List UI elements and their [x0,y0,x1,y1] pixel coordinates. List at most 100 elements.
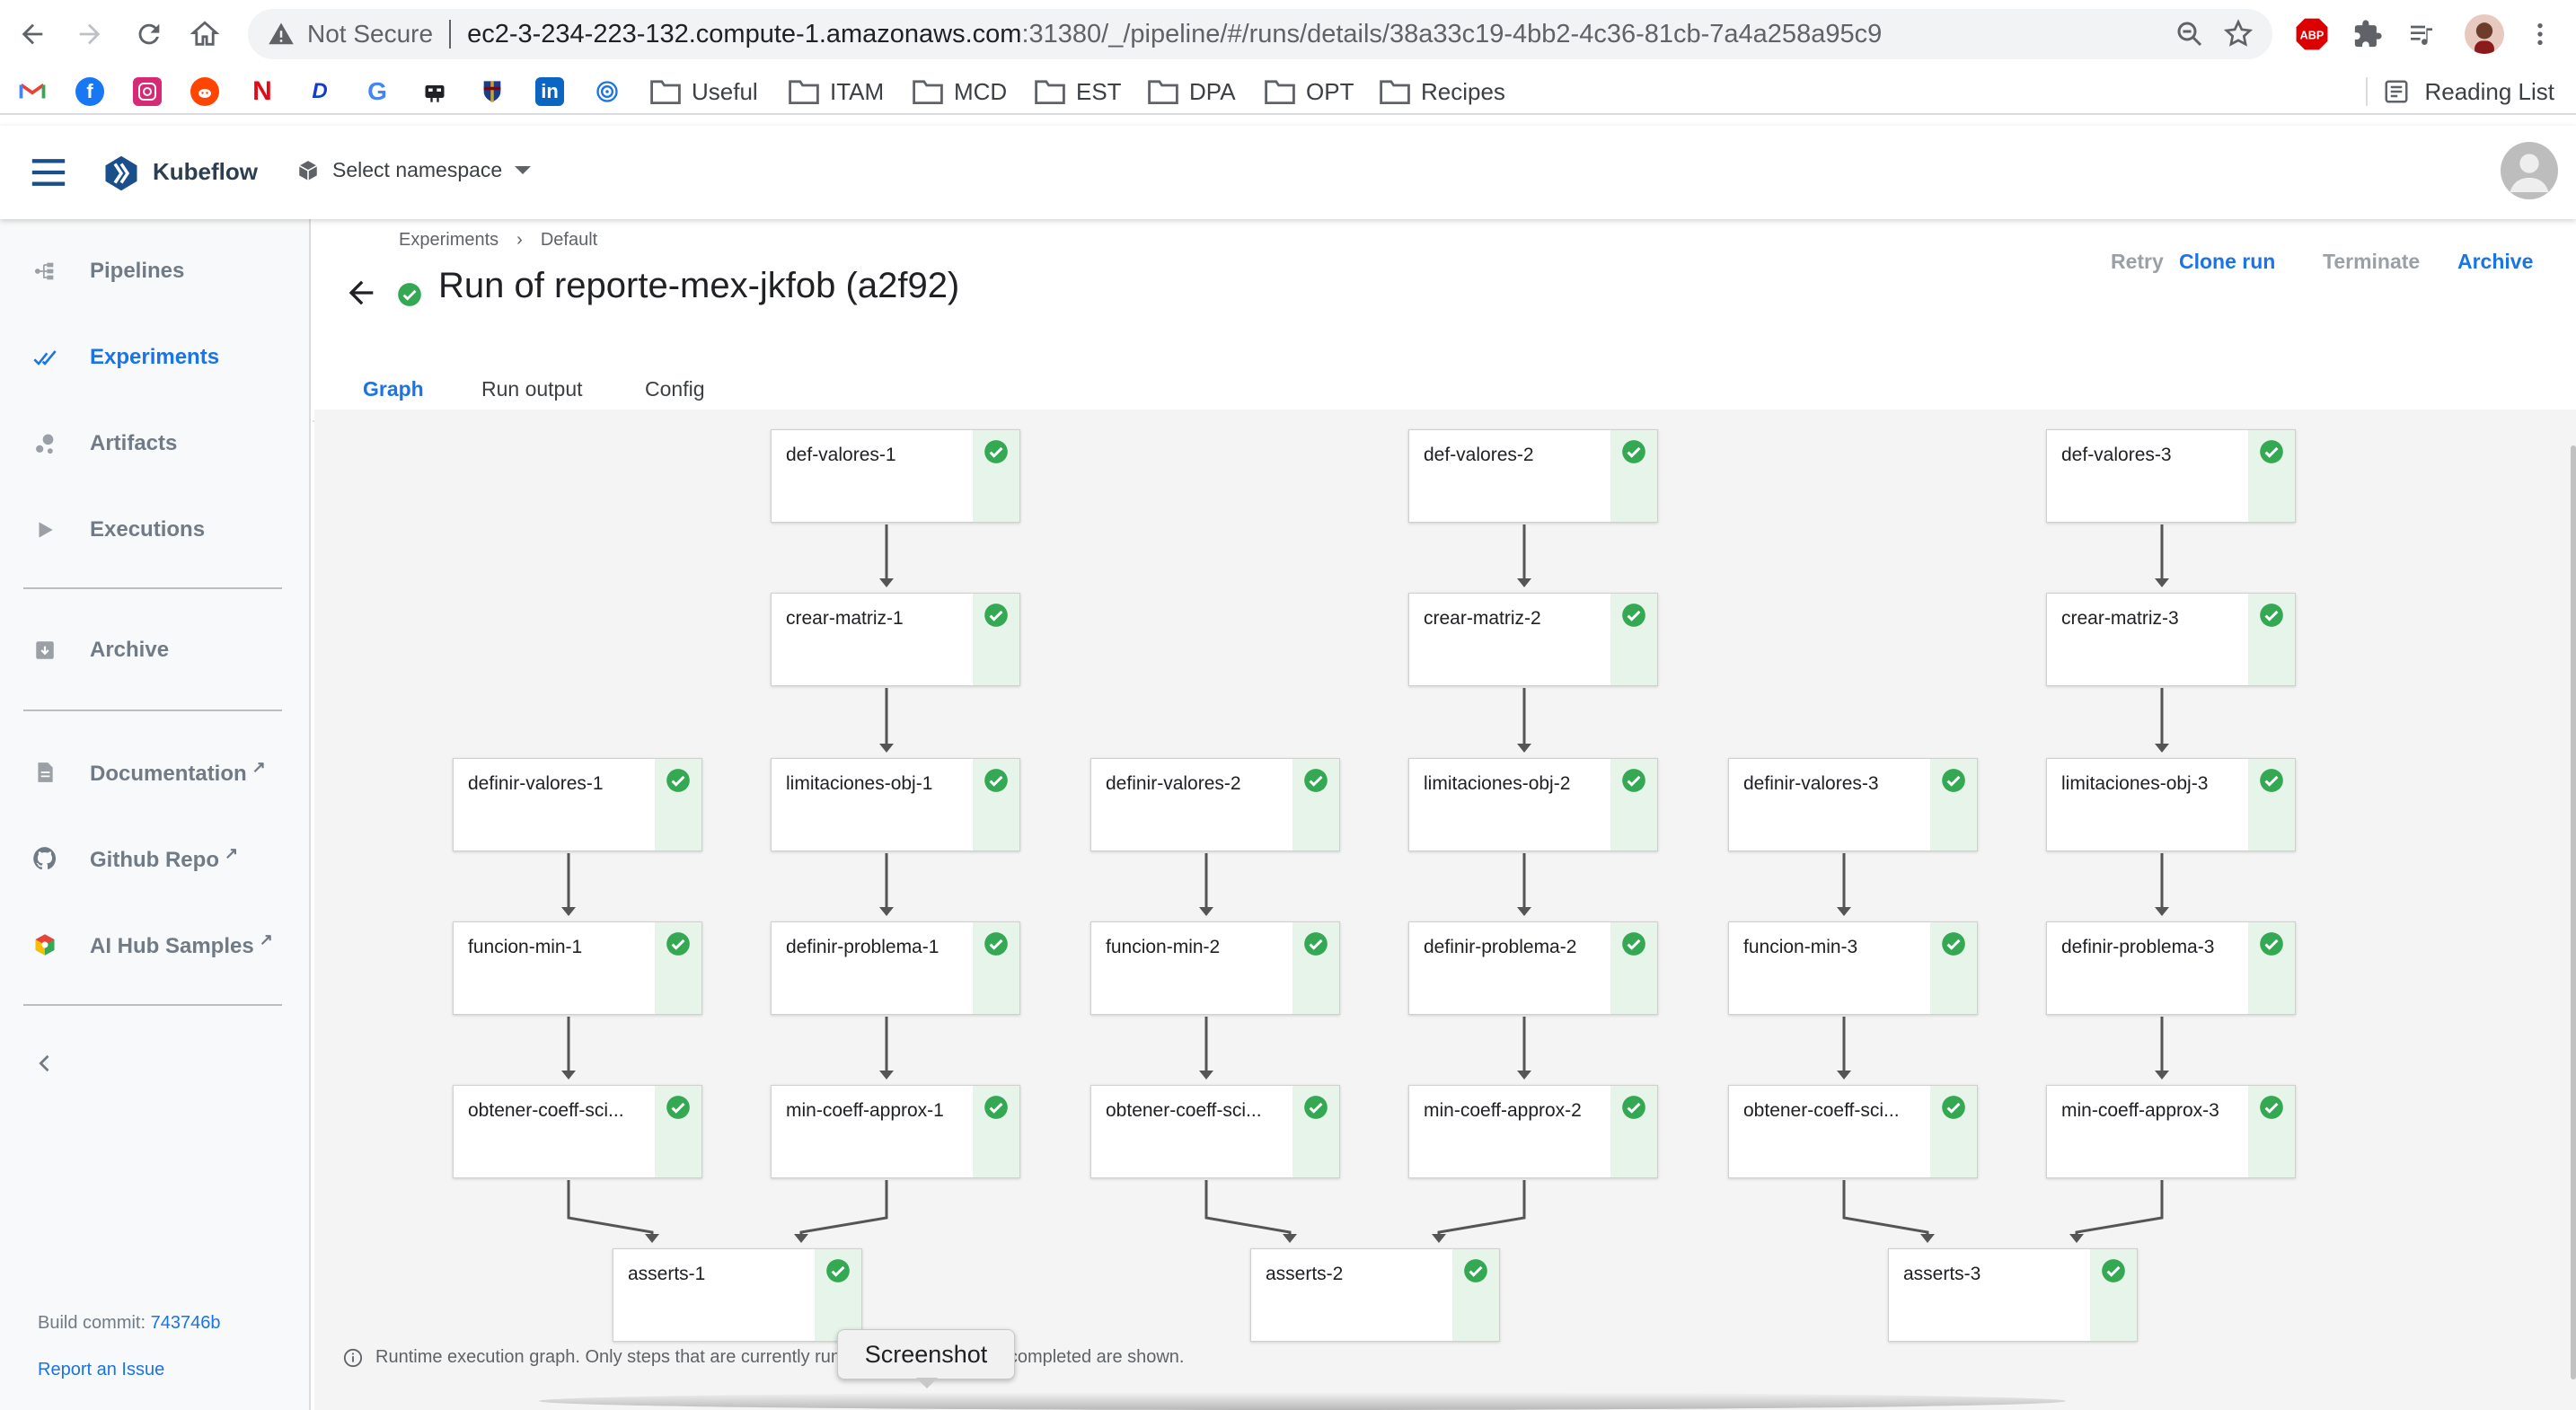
account-avatar[interactable] [2501,142,2558,199]
facebook-icon[interactable]: f [75,77,104,106]
graph-node-min-coeff-approx-2[interactable]: min-coeff-approx-2 [1408,1085,1658,1178]
graph-node-crear-matriz-3[interactable]: crear-matriz-3 [2046,593,2296,686]
gmail-icon[interactable] [18,77,47,106]
graph-node-limitaciones-obj-3[interactable]: limitaciones-obj-3 [2046,758,2296,851]
graph-node-definir-valores-1[interactable]: definir-valores-1 [453,758,702,851]
instagram-icon[interactable] [133,77,162,106]
graph-node-def-valores-2[interactable]: def-valores-2 [1408,429,1658,523]
archive-icon [31,636,59,665]
profile-avatar[interactable] [2465,14,2504,54]
nav-artifacts[interactable]: Artifacts [0,419,311,469]
hamburger-menu-icon[interactable] [29,154,68,190]
target-icon[interactable] [593,77,622,106]
forward-arrow-icon[interactable] [68,13,111,56]
namespace-select[interactable]: Select namespace [296,158,532,182]
home-icon[interactable] [183,13,226,56]
disney-plus-icon[interactable]: D [305,77,334,106]
more-vert-icon[interactable] [2522,16,2558,52]
bookmark-folder-opt[interactable]: OPT [1265,75,1354,108]
google-icon[interactable]: G [363,77,392,106]
graph-node-def-valores-3[interactable]: def-valores-3 [2046,429,2296,523]
bookmark-robot-icon[interactable] [420,77,449,106]
graph-node-definir-problema-1[interactable]: definir-problema-1 [771,921,1020,1015]
nav-ai-hub-samples[interactable]: AI Hub Samples ↗ [0,920,311,970]
back-arrow-icon[interactable] [343,275,379,311]
graph-node-funcion-min-2[interactable]: funcion-min-2 [1090,921,1340,1015]
graph-node-crear-matriz-2[interactable]: crear-matriz-2 [1408,593,1658,686]
back-arrow-icon[interactable] [11,13,54,56]
graph-node-min-coeff-approx-3[interactable]: min-coeff-approx-3 [2046,1085,2296,1178]
nav-documentation[interactable]: Documentation ↗ [0,747,311,798]
graph-note-text: Runtime execution graph. Only steps that… [375,1347,1185,1367]
reload-icon[interactable] [128,13,171,56]
zoom-icon[interactable] [2174,18,2206,50]
graph-node-definir-valores-3[interactable]: definir-valores-3 [1728,758,1978,851]
bookmark-folder-recipes[interactable]: Recipes [1380,75,1505,108]
graph-node-funcion-min-3[interactable]: funcion-min-3 [1728,921,1978,1015]
breadcrumb-experiments[interactable]: Experiments [399,230,498,251]
tab-config[interactable]: Config [645,377,704,401]
graph-node-definir-valores-2[interactable]: definir-valores-2 [1090,758,1340,851]
runtime-graph[interactable]: def-valores-1 crear-matriz-1 limitaciones-… [314,410,2576,1410]
extensions-puzzle-icon[interactable] [2350,16,2386,52]
folder-icon [789,80,819,104]
bookmark-folder-mcd[interactable]: MCD [913,75,1007,108]
ai-hub-icon [31,930,59,959]
bookmark-folder-itam[interactable]: ITAM [789,75,884,108]
graph-edge-arrowhead [2155,744,2169,753]
graph-node-limitaciones-obj-2[interactable]: limitaciones-obj-2 [1408,758,1658,851]
nav-archive[interactable]: Archive [0,625,311,675]
graph-node-crear-matriz-1[interactable]: crear-matriz-1 [771,593,1020,686]
reading-list-button[interactable]: Reading List [2383,75,2554,108]
address-bar[interactable]: Not Secure ec2-3-234-223-132.compute-1.a… [248,9,2272,59]
tab-run-output[interactable]: Run output [481,377,583,401]
graph-scrollbar[interactable] [2571,445,2576,1379]
nav-executions[interactable]: Executions [0,505,311,555]
graph-node-limitaciones-obj-1[interactable]: limitaciones-obj-1 [771,758,1020,851]
node-status-success-icon [2248,1086,2295,1177]
build-commit-hash[interactable]: 743746b [151,1313,221,1333]
graph-node-funcion-min-1[interactable]: funcion-min-1 [453,921,702,1015]
graph-edge-arrowhead [1517,907,1531,916]
graph-node-asserts-3[interactable]: asserts-3 [1888,1248,2138,1342]
report-issue-link[interactable]: Report an Issue [38,1360,164,1380]
bookmark-folder-est[interactable]: EST [1035,75,1122,108]
bookmark-folder-dpa[interactable]: DPA [1148,75,1236,108]
graph-node-label: definir-valores-2 [1106,773,1241,794]
kubeflow-title[interactable]: Kubeflow [153,158,258,186]
url-text[interactable]: ec2-3-234-223-132.compute-1.amazonaws.co… [467,20,1882,49]
graph-node-obtener-coeff-sci-3[interactable]: obtener-coeff-sci... [1728,1085,1978,1178]
graph-node-min-coeff-approx-1[interactable]: min-coeff-approx-1 [771,1085,1020,1178]
graph-node-def-valores-1[interactable]: def-valores-1 [771,429,1020,523]
breadcrumb-default[interactable]: Default [541,230,597,251]
nav-github-repo[interactable]: Github Repo ↗ [0,833,311,884]
tab-graph[interactable]: Graph [363,377,424,401]
nav-pipelines[interactable]: Pipelines [0,246,311,296]
netflix-icon[interactable]: N [248,76,277,106]
graph-node-obtener-coeff-sci-1[interactable]: obtener-coeff-sci... [453,1085,702,1178]
media-playlist-icon[interactable] [2404,16,2439,52]
terminate-button[interactable]: Terminate [2323,250,2420,274]
graph-node-asserts-1[interactable]: asserts-1 [613,1248,862,1342]
archive-button[interactable]: Archive [2457,250,2533,274]
star-icon[interactable] [2222,18,2254,50]
university-crest-icon[interactable] [478,77,507,106]
linkedin-icon[interactable]: in [535,77,564,106]
nav-label: Archive [90,638,170,662]
nav-experiments[interactable]: Experiments [0,332,311,383]
reddit-icon[interactable] [190,77,219,106]
graph-node-definir-problema-2[interactable]: definir-problema-2 [1408,921,1658,1015]
graph-node-definir-problema-3[interactable]: definir-problema-3 [2046,921,2296,1015]
clone-run-button[interactable]: Clone run [2179,250,2275,274]
nav-label: Executions [90,517,206,542]
retry-button[interactable]: Retry [2111,250,2164,274]
graph-node-label: definir-problema-2 [1424,937,1577,957]
folder-icon [1035,80,1065,104]
adblock-plus-icon[interactable]: ABP [2294,16,2330,52]
graph-node-asserts-2[interactable]: asserts-2 [1250,1248,1500,1342]
warning-icon[interactable] [268,21,295,48]
bookmark-folder-useful[interactable]: Useful [650,75,758,108]
graph-node-obtener-coeff-sci-2[interactable]: obtener-coeff-sci... [1090,1085,1340,1178]
kubeflow-logo-icon[interactable] [102,154,140,192]
collapse-chevron-icon[interactable] [32,1051,57,1076]
